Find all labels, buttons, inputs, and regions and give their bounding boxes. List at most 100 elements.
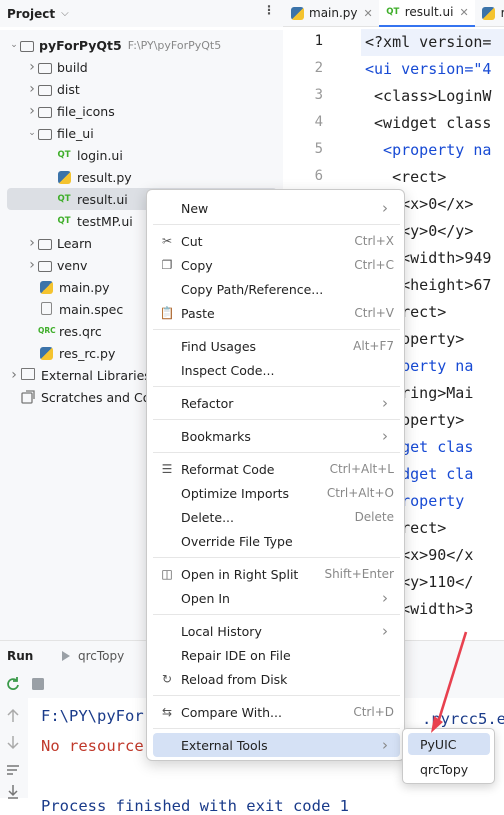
menu-separator [153, 614, 400, 615]
menu-item-open-in-right-split[interactable]: ◫ Open in Right Split Shift+Enter [153, 562, 400, 586]
tree-item[interactable]: ⌄ pyForPyQt5 F:\PY\pyForPyQt5 [0, 34, 283, 56]
chevron-right-icon[interactable]: › [8, 367, 20, 383]
chevron-right-icon[interactable]: › [26, 81, 38, 97]
chevron-right-icon[interactable]: › [26, 103, 38, 119]
menu-item-repair-ide-on-file[interactable]: Repair IDE on File [153, 643, 400, 667]
menu-item-label: Refactor [181, 395, 234, 411]
menu-item-copy-path-reference[interactable]: Copy Path/Reference... [153, 277, 400, 301]
code-token: <property na [365, 141, 492, 159]
editor-tab[interactable]: main.py ✕ [283, 0, 379, 27]
tree-item-label: External Libraries [41, 367, 151, 383]
menu-item-open-in[interactable]: Open In › [153, 586, 400, 610]
menu-item-label: Bookmarks [181, 428, 251, 444]
soft-wrap-icon[interactable] [5, 762, 21, 778]
menu-item-copy[interactable]: ❐ Copy Ctrl+C [153, 253, 400, 277]
menu-item-new[interactable]: New › [153, 196, 400, 220]
console-line-tail: .pyrcc5.exe [422, 710, 504, 728]
menu-separator [153, 329, 400, 330]
chevron-right-icon: › [382, 589, 388, 607]
more-options-icon[interactable]: ⋮ [263, 3, 276, 17]
menu-item-label: Copy [181, 257, 213, 273]
menu-item-override-file-type[interactable]: Override File Type [153, 529, 400, 553]
scroll-down-icon[interactable] [5, 734, 21, 750]
qrc-file-icon: QRC [38, 326, 56, 335]
menu-item-label: Inspect Code... [181, 362, 275, 378]
tree-item-label: build [57, 59, 88, 75]
tree-item[interactable]: › build [0, 56, 283, 78]
stop-icon[interactable] [31, 677, 45, 691]
tree-item[interactable]: QT login.ui [0, 144, 283, 166]
menu-item-label: External Tools [181, 737, 268, 753]
run-title: Run [7, 648, 34, 663]
menu-item-label: New [181, 200, 209, 216]
tree-item[interactable]: result.py [0, 166, 283, 188]
menu-separator [153, 695, 400, 696]
chevron-right-icon[interactable]: › [26, 257, 38, 273]
tree-item-label: Scratches and Co [41, 389, 151, 405]
menu-item-shortcut: Delete [354, 510, 394, 524]
menu-item-shortcut: Ctrl+X [354, 234, 394, 248]
line-number: 6 [314, 168, 323, 184]
external-tools-submenu: PyUIC qrcTopy [402, 728, 495, 784]
run-tab-label: qrcTopy [78, 648, 125, 663]
menu-item-label: Open In [181, 590, 230, 606]
menu-item-optimize-imports[interactable]: Optimize Imports Ctrl+Alt+O [153, 481, 400, 505]
run-config-icon [62, 650, 70, 661]
menu-item-bookmarks[interactable]: Bookmarks › [153, 424, 400, 448]
folder-icon [38, 128, 52, 140]
qt-ui-file-icon: QT [57, 216, 71, 226]
menu-item-refactor[interactable]: Refactor › [153, 391, 400, 415]
tree-item[interactable]: › dist [0, 78, 283, 100]
chevron-right-icon[interactable]: › [26, 59, 38, 75]
close-icon[interactable]: ✕ [364, 7, 373, 20]
qt-ui-file-icon: QT [57, 194, 71, 204]
menu-item-find-usages[interactable]: Find Usages Alt+F7 [153, 334, 400, 358]
console-line: No resource [41, 737, 144, 755]
close-icon[interactable]: ✕ [459, 6, 468, 19]
chevron-down-icon[interactable]: ⌄ [26, 128, 38, 138]
menu-item-reformat-code[interactable]: ☰ Reformat Code Ctrl+Alt+L [153, 457, 400, 481]
scissors-icon: ✂ [161, 234, 173, 248]
menu-item-reload-from-disk[interactable]: ↻ Reload from Disk [153, 667, 400, 691]
library-icon [20, 368, 36, 382]
folder-icon [38, 84, 52, 96]
tree-item[interactable]: ⌄ file_ui [0, 122, 283, 144]
chevron-down-icon[interactable]: ⌄ [8, 40, 20, 50]
menu-item-local-history[interactable]: Local History › [153, 619, 400, 643]
menu-item-label: Optimize Imports [181, 485, 290, 501]
submenu-item-pyuic[interactable]: PyUIC [408, 733, 490, 755]
menu-item-delete[interactable]: Delete... Delete [153, 505, 400, 529]
python-file-icon [38, 346, 54, 360]
tree-item-label: venv [57, 257, 88, 273]
menu-separator [153, 386, 400, 387]
run-tab[interactable]: qrcTopy [59, 649, 124, 663]
menu-item-compare-with[interactable]: ⇆ Compare With... Ctrl+D [153, 700, 400, 724]
code-line: <property na [365, 141, 491, 159]
menu-item-label: Reformat Code [181, 461, 275, 477]
folder-icon [38, 238, 52, 250]
menu-separator [153, 419, 400, 420]
menu-item-label: Compare With... [181, 704, 282, 720]
tree-item-label: main.spec [59, 301, 124, 317]
rerun-icon[interactable] [5, 676, 21, 692]
chevron-right-icon[interactable]: › [26, 235, 38, 251]
chevron-down-icon[interactable]: ⌵ [61, 8, 69, 19]
submenu-item-qrctopy[interactable]: qrcTopy [408, 758, 490, 780]
tree-item[interactable]: › file_icons [0, 100, 283, 122]
tree-item-label: res.qrc [59, 323, 102, 339]
menu-item-inspect-code[interactable]: Inspect Code... [153, 358, 400, 382]
tree-item-label: res_rc.py [59, 345, 116, 361]
tree-item-label: result.py [77, 169, 132, 185]
chevron-right-icon: › [382, 736, 388, 754]
menu-item-paste[interactable]: 📋 Paste Ctrl+V [153, 301, 400, 325]
menu-item-label: Reload from Disk [181, 671, 288, 687]
editor-tab[interactable]: res_ [475, 0, 504, 27]
menu-item-external-tools[interactable]: External Tools › [153, 733, 400, 757]
menu-item-label: Copy Path/Reference... [181, 281, 324, 297]
chevron-right-icon: › [382, 199, 388, 217]
scroll-up-icon[interactable] [5, 708, 21, 724]
menu-separator [153, 224, 400, 225]
project-header[interactable]: Project ⌵ ⋮ [0, 0, 283, 27]
editor-tab[interactable]: QT result.ui ✕ [378, 0, 475, 27]
menu-item-cut[interactable]: ✂ Cut Ctrl+X [153, 229, 400, 253]
